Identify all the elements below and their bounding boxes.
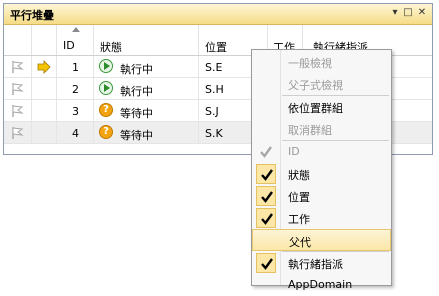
window-titlebar: 平行堆疊 ▾ □ ✕ (4, 4, 432, 25)
checkmark-icon (256, 253, 276, 273)
menu-item-label: 執行緒指派 (288, 258, 343, 271)
task-location: S.H (205, 83, 224, 96)
task-id: 4 (72, 127, 79, 140)
task-location: S.K (205, 127, 223, 140)
menu-item: 一般檢視 (252, 51, 391, 73)
menu-item[interactable]: 父代 (252, 229, 391, 251)
menu-item: ID (252, 141, 391, 163)
dropdown-icon[interactable]: ▾ (389, 6, 401, 20)
current-cell (32, 100, 57, 121)
task-status: 執行中 (120, 63, 153, 76)
checkmark-icon (256, 208, 276, 228)
checkmark-icon (256, 142, 276, 162)
close-icon[interactable]: ✕ (416, 6, 428, 20)
flag-icon[interactable] (11, 82, 25, 96)
menu-item[interactable]: AppDomain (252, 274, 391, 296)
column-header-status[interactable]: 狀態 (94, 25, 199, 55)
column-context-menu: 一般檢視父子式檢視依位置群組取消群組 ID 狀態位置工作父代執行緒指派 AppDoma… (251, 49, 392, 291)
checkmark-icon (256, 186, 276, 206)
menu-item-label: 工作 (288, 213, 310, 226)
menu-item[interactable]: 狀態 (252, 163, 391, 185)
menu-item-label: 依位置群組 (288, 102, 343, 115)
task-status: 執行中 (120, 85, 153, 98)
task-id: 2 (72, 83, 79, 96)
column-header-flag[interactable] (4, 25, 32, 55)
task-location: S.J (205, 105, 219, 118)
column-header-id[interactable]: ID (57, 25, 94, 55)
current-thread-arrow-icon (37, 60, 51, 74)
menu-item-label: 父代 (289, 236, 311, 249)
flag-icon[interactable] (11, 60, 25, 74)
task-id: 1 (72, 61, 79, 74)
menu-item-label: 位置 (288, 191, 310, 204)
task-status: 等待中 (120, 129, 153, 142)
task-status: 等待中 (120, 107, 153, 120)
question-icon: ? (99, 103, 113, 117)
window-title: 平行堆疊 (10, 9, 54, 22)
menu-item-label: 父子式檢視 (288, 79, 343, 92)
current-cell (32, 122, 57, 143)
menu-item: 父子式檢視 (252, 73, 391, 95)
menu-item: 取消群組 (252, 118, 391, 140)
menu-item[interactable]: 位置 (252, 185, 391, 207)
sort-ascending-icon (72, 27, 80, 32)
task-id: 3 (72, 105, 79, 118)
menu-item-label: 狀態 (288, 169, 310, 182)
maximize-icon[interactable]: □ (402, 6, 414, 20)
flag-icon[interactable] (11, 126, 25, 140)
task-location: S.E (205, 61, 223, 74)
menu-item[interactable]: 依位置群組 (252, 96, 391, 118)
menu-item-label: AppDomain (288, 278, 353, 291)
menu-item[interactable]: 工作 (252, 207, 391, 229)
current-cell (32, 78, 57, 99)
menu-item-label: 取消群組 (288, 124, 332, 137)
column-header-current[interactable] (32, 25, 57, 55)
play-icon (99, 59, 113, 73)
menu-item-label: ID (288, 145, 300, 158)
play-icon (99, 81, 113, 95)
checkmark-icon (256, 164, 276, 184)
flag-icon[interactable] (11, 104, 25, 118)
menu-item[interactable]: 執行緒指派 (252, 252, 391, 274)
question-icon: ? (99, 125, 113, 139)
menu-item-label: 一般檢視 (288, 57, 332, 70)
